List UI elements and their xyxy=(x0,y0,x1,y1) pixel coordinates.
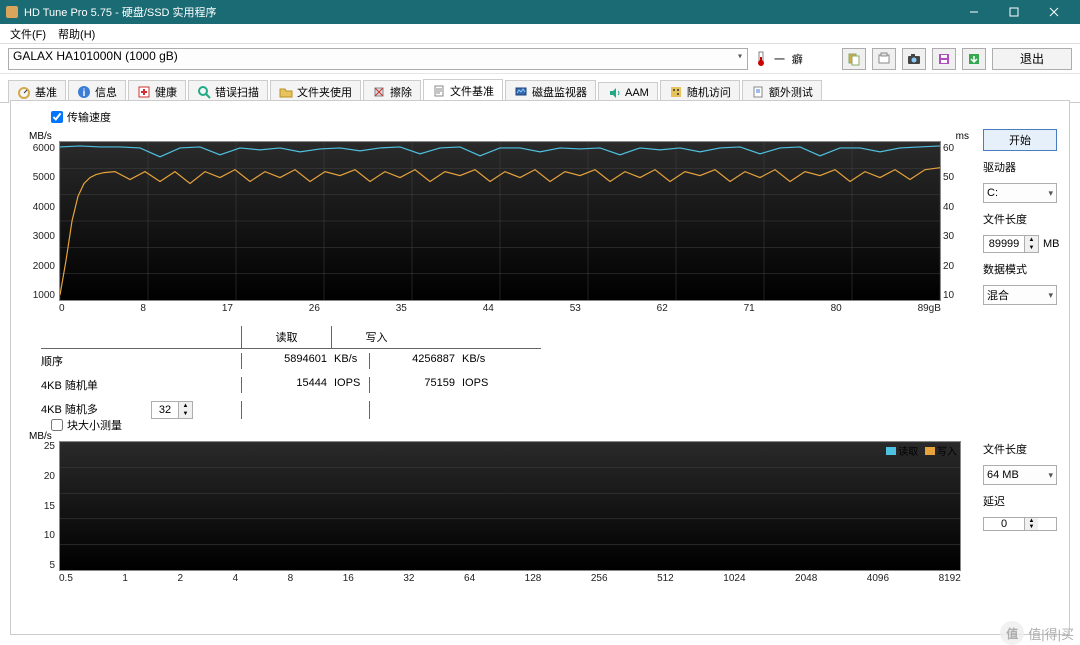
monitor-icon xyxy=(514,85,528,99)
side-controls: 开始 驱动器 C: 文件长度 ▲▼ MB 数据模式 混合 文件长度 64 MB … xyxy=(983,129,1057,531)
chart1-yaxis-left: 600050004000 300020001000 xyxy=(21,143,57,301)
start-button[interactable]: 开始 xyxy=(983,129,1057,151)
folder-icon xyxy=(279,85,293,99)
transfer-speed-checkbox[interactable]: 传输速度 xyxy=(51,109,111,125)
copy-info-button[interactable] xyxy=(842,48,866,70)
drive-label: 驱动器 xyxy=(983,159,1057,175)
menu-help[interactable]: 帮助(H) xyxy=(52,24,101,44)
random-queue-spinner[interactable]: ▲▼ xyxy=(151,401,193,419)
temperature-label: 一 癖 xyxy=(774,51,805,67)
save-button[interactable] xyxy=(932,48,956,70)
screenshot-button[interactable] xyxy=(902,48,926,70)
random-icon xyxy=(669,85,683,99)
filelen-label: 文件长度 xyxy=(983,211,1057,227)
drive-toolbar: GALAX HA101000N (1000 gB) 一 癖 退出 xyxy=(0,44,1080,74)
close-button[interactable] xyxy=(1034,0,1074,24)
col-write: 写入 xyxy=(331,326,421,348)
copy-screenshot-button[interactable] xyxy=(872,48,896,70)
menu-bar: 文件(F) 帮助(H) xyxy=(0,24,1080,44)
erase-icon xyxy=(372,85,386,99)
results-table: 读取 写入 顺序 5894601KB/s 4256887KB/s 4KB 随机单… xyxy=(41,326,541,423)
window-title: HD Tune Pro 5.75 - 硬盘/SSD 实用程序 xyxy=(24,4,954,20)
chart2-xaxis: 0.512 4816 3264128 2565121024 2048409681… xyxy=(59,573,961,591)
filelen-spinner[interactable]: ▲▼ xyxy=(983,235,1039,253)
info-icon: i xyxy=(77,85,91,99)
aam-icon xyxy=(607,86,621,100)
maximize-button[interactable] xyxy=(994,0,1034,24)
chart-blocksize: MB/s 读取 写入 252015 105 0.512 4816 3264128… xyxy=(21,431,971,591)
chart-transfer: MB/s ms 600050004000 300020001000 605040… xyxy=(21,131,971,321)
chart1-plot xyxy=(59,141,941,301)
drive-select[interactable]: GALAX HA101000N (1000 gB) xyxy=(8,48,748,70)
chart1-yaxis-right: 605040 302010 xyxy=(943,143,971,301)
chart1-unit-left: MB/s xyxy=(29,131,52,142)
exit-button[interactable]: 退出 xyxy=(992,48,1072,70)
extra-icon xyxy=(751,85,765,99)
main-panel: 传输速度 MB/s ms 600050004000 300020001000 6… xyxy=(10,100,1070,635)
filelen2-label: 文件长度 xyxy=(983,441,1057,457)
col-read: 读取 xyxy=(241,326,331,348)
drive-letter-select[interactable]: C: xyxy=(983,183,1057,203)
health-icon xyxy=(137,85,151,99)
delay-spinner[interactable]: ▲▼ xyxy=(983,517,1057,531)
filelen2-select[interactable]: 64 MB xyxy=(983,465,1057,485)
chart2-yaxis: 252015 105 xyxy=(21,441,57,571)
chart1-xaxis: 0817 263544 536271 8089gB xyxy=(59,303,941,321)
chart2-plot xyxy=(59,441,961,571)
file-icon xyxy=(432,84,446,98)
thermometer-icon xyxy=(754,50,768,68)
menu-file[interactable]: 文件(F) xyxy=(4,24,52,44)
svg-text:i: i xyxy=(83,88,86,99)
minimize-button[interactable] xyxy=(954,0,994,24)
window-titlebar: HD Tune Pro 5.75 - 硬盘/SSD 实用程序 xyxy=(0,0,1080,24)
datamode-select[interactable]: 混合 xyxy=(983,285,1057,305)
search-icon xyxy=(197,85,211,99)
chart1-unit-right: ms xyxy=(956,131,969,142)
datamode-label: 数据模式 xyxy=(983,261,1057,277)
tab-strip: 基准 i信息 健康 错误扫描 文件夹使用 擦除 文件基准 磁盘监视器 AAM 随… xyxy=(0,74,1080,103)
gauge-icon xyxy=(17,85,31,99)
watermark-icon: 值 xyxy=(1000,621,1024,645)
app-icon xyxy=(6,6,18,18)
chart2-legend: 读取 写入 xyxy=(882,443,957,458)
watermark: 值 值|得|买 xyxy=(1000,621,1074,645)
options-button[interactable] xyxy=(962,48,986,70)
delay-label: 延迟 xyxy=(983,493,1057,509)
